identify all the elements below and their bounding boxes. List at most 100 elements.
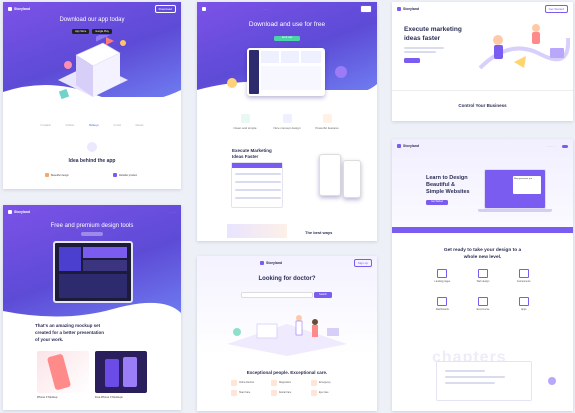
feature-card[interactable]: Web design [463, 269, 504, 283]
logo-icon [397, 144, 401, 148]
service-icon [271, 390, 277, 396]
form-field[interactable] [235, 181, 281, 183]
feature-grid: Landing pages Web design Components Dash… [422, 269, 544, 311]
logo-icon [260, 261, 264, 265]
service-item[interactable]: Diagnostics [271, 380, 311, 386]
section-title-line: Execute Marketing [232, 148, 272, 153]
isometric-phone-illustration [58, 35, 128, 100]
product-card[interactable] [37, 351, 89, 393]
section-title-line: whole new level. [463, 255, 502, 260]
feature-label: Nice concept design [273, 126, 301, 130]
section-divider [392, 90, 573, 91]
nav-links[interactable]: · · · · [170, 210, 177, 214]
sign-up-nav-button[interactable]: Sign up [353, 259, 372, 267]
section-title-line: Get ready to take your design to a [443, 248, 522, 253]
decor-blob [227, 78, 237, 88]
brand-logo[interactable]: Storyland [8, 210, 30, 214]
feature-icon [477, 269, 488, 278]
marketing-illustration [478, 24, 570, 70]
hero-title: Download and use for free [248, 21, 326, 28]
template-card-saas-landing[interactable]: · · · · Download and use for free Get it… [197, 2, 377, 241]
product-caption: iPhone X Mockup [37, 396, 58, 399]
feature-icon [113, 173, 117, 177]
template-card-marketing[interactable]: Storyland Get Started Execute marketing … [392, 2, 573, 121]
service-item[interactable]: Eye Care [311, 390, 351, 396]
partner-logos: Unsplash Fishbox Bullseye Crowd Mosaic [3, 124, 181, 127]
app-store-button[interactable]: App Store [72, 29, 90, 34]
brand-logo[interactable]: Storyland [397, 144, 419, 148]
hero-title-line: Execute marketing [404, 26, 462, 33]
form-field[interactable] [235, 197, 281, 199]
get-started-nav-button[interactable]: Get Started [544, 5, 568, 13]
product-card[interactable] [95, 351, 147, 393]
hero-title-line: Learn to Design [426, 175, 468, 181]
product-caption: Free iPhone X Mockups [95, 396, 123, 399]
feature-item: Reliable product [113, 173, 137, 177]
phone-image [105, 359, 119, 387]
download-nav-button[interactable]: Download [154, 5, 176, 13]
bottom-text: The best ways [305, 230, 333, 235]
partner-logo: Fishbox [65, 124, 75, 127]
partner-logo: Unsplash [40, 124, 51, 127]
partner-logo: Bullseye [89, 124, 99, 127]
service-item[interactable]: Dental Care [271, 390, 311, 396]
nav-link[interactable]: · · · · [262, 7, 269, 11]
logo-icon [397, 7, 401, 11]
form-field[interactable] [235, 173, 281, 175]
panel-line [445, 370, 485, 372]
tablet-screen-tile [59, 247, 81, 271]
google-play-button[interactable]: Google Play [92, 29, 112, 34]
search-field[interactable] [241, 292, 313, 298]
service-item[interactable]: Online Doctors [231, 380, 271, 386]
logo-icon [8, 210, 12, 214]
template-card-app-landing[interactable]: Storyland Download Download our app toda… [3, 2, 181, 189]
dashboard-card [281, 51, 299, 63]
tablet-screen-tile [83, 260, 127, 271]
feature-card[interactable]: Dashboards [422, 297, 463, 311]
store-buttons: App Store Google Play [3, 29, 181, 34]
top-nav: Storyland Download [3, 2, 181, 16]
form-field[interactable] [235, 189, 281, 191]
template-card-medical[interactable]: Storyland Sign up Looking for doctor? Se… [197, 256, 377, 411]
brand-logo[interactable]: Storyland [397, 7, 419, 11]
illustration-strip [227, 224, 287, 238]
hero-badge[interactable] [81, 232, 103, 236]
feature-card[interactable]: Components [503, 269, 544, 283]
phone-mockup [319, 154, 341, 196]
feature-icon [518, 269, 529, 278]
brand-logo[interactable]: Storyland [260, 261, 282, 265]
nav-toggle[interactable] [562, 144, 568, 148]
tablet-mockup [53, 241, 133, 303]
feature-label: Powerful features [315, 126, 339, 130]
feature-icon [241, 114, 250, 123]
partner-logo: Crowd [113, 124, 121, 127]
top-nav: Storyland Sign up [197, 256, 377, 270]
brand-logo[interactable] [202, 7, 206, 11]
tablet-screen-tile [83, 247, 127, 258]
nav-links[interactable]: · · · · · · [546, 144, 556, 148]
search-button[interactable]: Search [314, 292, 332, 298]
hero-cta-button[interactable] [404, 58, 420, 63]
service-icon [311, 390, 317, 396]
brand-logo[interactable]: Storyland [8, 7, 30, 11]
nav-button[interactable] [359, 5, 372, 13]
hero-cta-button[interactable]: Get Started [426, 200, 448, 205]
phone-image [123, 357, 137, 387]
feature-icon [437, 297, 448, 306]
hero-copy [404, 47, 444, 49]
section-title: Exceptional people. Exceptional care. [246, 370, 328, 375]
service-item[interactable]: Emergency [311, 380, 351, 386]
doctors-illustration [227, 315, 347, 356]
service-item[interactable]: Heart Care [231, 390, 271, 396]
template-card-learn-design[interactable]: Storyland · · · · · · Learn to Design Be… [392, 139, 573, 411]
hero-copy [404, 51, 436, 53]
laptop-mockup: Blog generator pro [484, 169, 546, 209]
cta-button[interactable]: Get it now [274, 36, 300, 41]
feature-card[interactable]: Apps [503, 297, 544, 311]
template-card-design-tools[interactable]: Storyland · · · · Free and premium desig… [3, 205, 181, 410]
feature-card[interactable]: Ecommerce [463, 297, 504, 311]
section-divider [392, 227, 573, 233]
feature-icon [477, 297, 488, 306]
feature-card[interactable]: Landing pages [422, 269, 463, 283]
dashboard-mockup [247, 48, 325, 96]
